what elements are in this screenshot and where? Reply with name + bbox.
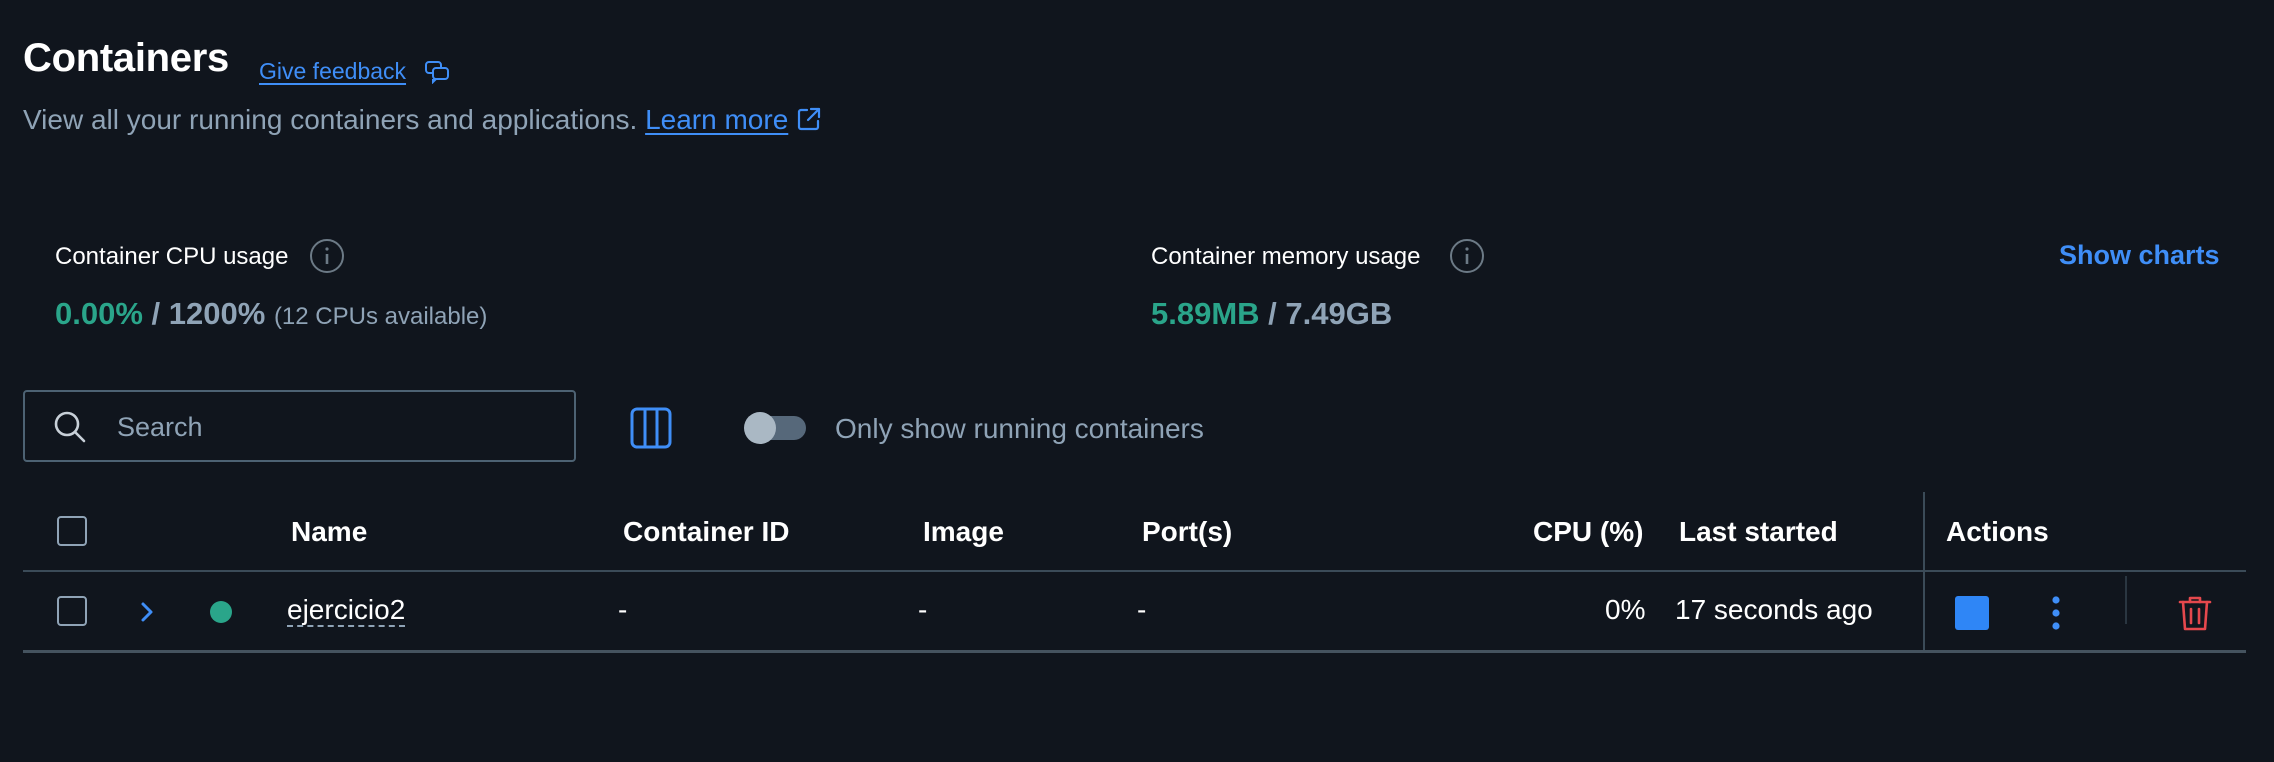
search-box[interactable] [23,390,576,462]
delete-icon[interactable] [2178,594,2212,632]
ports-cell: - [1137,594,1147,625]
stop-button[interactable] [1955,596,1989,630]
status-running-indicator [210,601,232,623]
more-options-icon[interactable] [2049,595,2063,631]
running-only-toggle[interactable] [744,412,806,444]
give-feedback-link[interactable]: Give feedback [259,58,406,85]
cpu-info-icon[interactable] [309,238,345,274]
search-input[interactable] [115,392,559,462]
container-id-cell: - [618,594,628,625]
row-checkbox[interactable] [57,596,87,626]
feedback-icon[interactable] [424,58,450,84]
column-header-image[interactable]: Image [923,516,1004,548]
cpu-usage-value: 0.00% / 1200% (12 CPUs available) [55,296,487,332]
memory-usage-value: 5.89MB / 7.49GB [1151,296,1392,332]
columns-icon[interactable] [628,405,674,451]
page-title: Containers [23,36,229,80]
learn-more-link[interactable]: Learn more [645,104,788,135]
subtitle-text: View all your running containers and app… [23,104,638,135]
page-subtitle: View all your running containers and app… [23,104,822,136]
cpu-cell: 0% [1605,594,1646,625]
chevron-right-icon[interactable] [136,598,158,626]
search-icon [54,411,86,443]
external-link-icon[interactable] [796,106,822,132]
column-header-cpu[interactable]: CPU (%) [1533,516,1643,548]
toggle-knob [744,412,776,444]
actions-separator [2125,576,2127,624]
column-header-name[interactable]: Name [291,516,367,548]
cpu-used: 0.00% [55,296,143,331]
memory-usage-label: Container memory usage [1151,243,1421,270]
cpu-separator: / [151,296,161,331]
image-cell: - [918,594,928,625]
running-only-label: Only show running containers [835,413,1204,444]
memory-used: 5.89MB [1151,296,1260,331]
cpu-total: 1200% [168,296,266,331]
memory-info-icon[interactable] [1449,238,1485,274]
memory-total: 7.49GB [1285,296,1393,331]
container-name-link[interactable]: ejercicio2 [287,594,405,626]
column-header-actions: Actions [1946,516,2049,547]
memory-separator: / [1268,296,1277,331]
cpu-note: (12 CPUs available) [273,303,488,330]
column-header-last-started[interactable]: Last started [1679,516,1838,548]
show-charts-button[interactable]: Show charts [2059,240,2220,271]
last-started-cell: 17 seconds ago [1675,594,1873,625]
select-all-checkbox[interactable] [57,516,87,546]
table-bottom-border [23,650,2246,653]
column-header-ports[interactable]: Port(s) [1142,516,1232,548]
column-header-container-id[interactable]: Container ID [623,516,789,548]
cpu-usage-label: Container CPU usage [55,243,289,270]
